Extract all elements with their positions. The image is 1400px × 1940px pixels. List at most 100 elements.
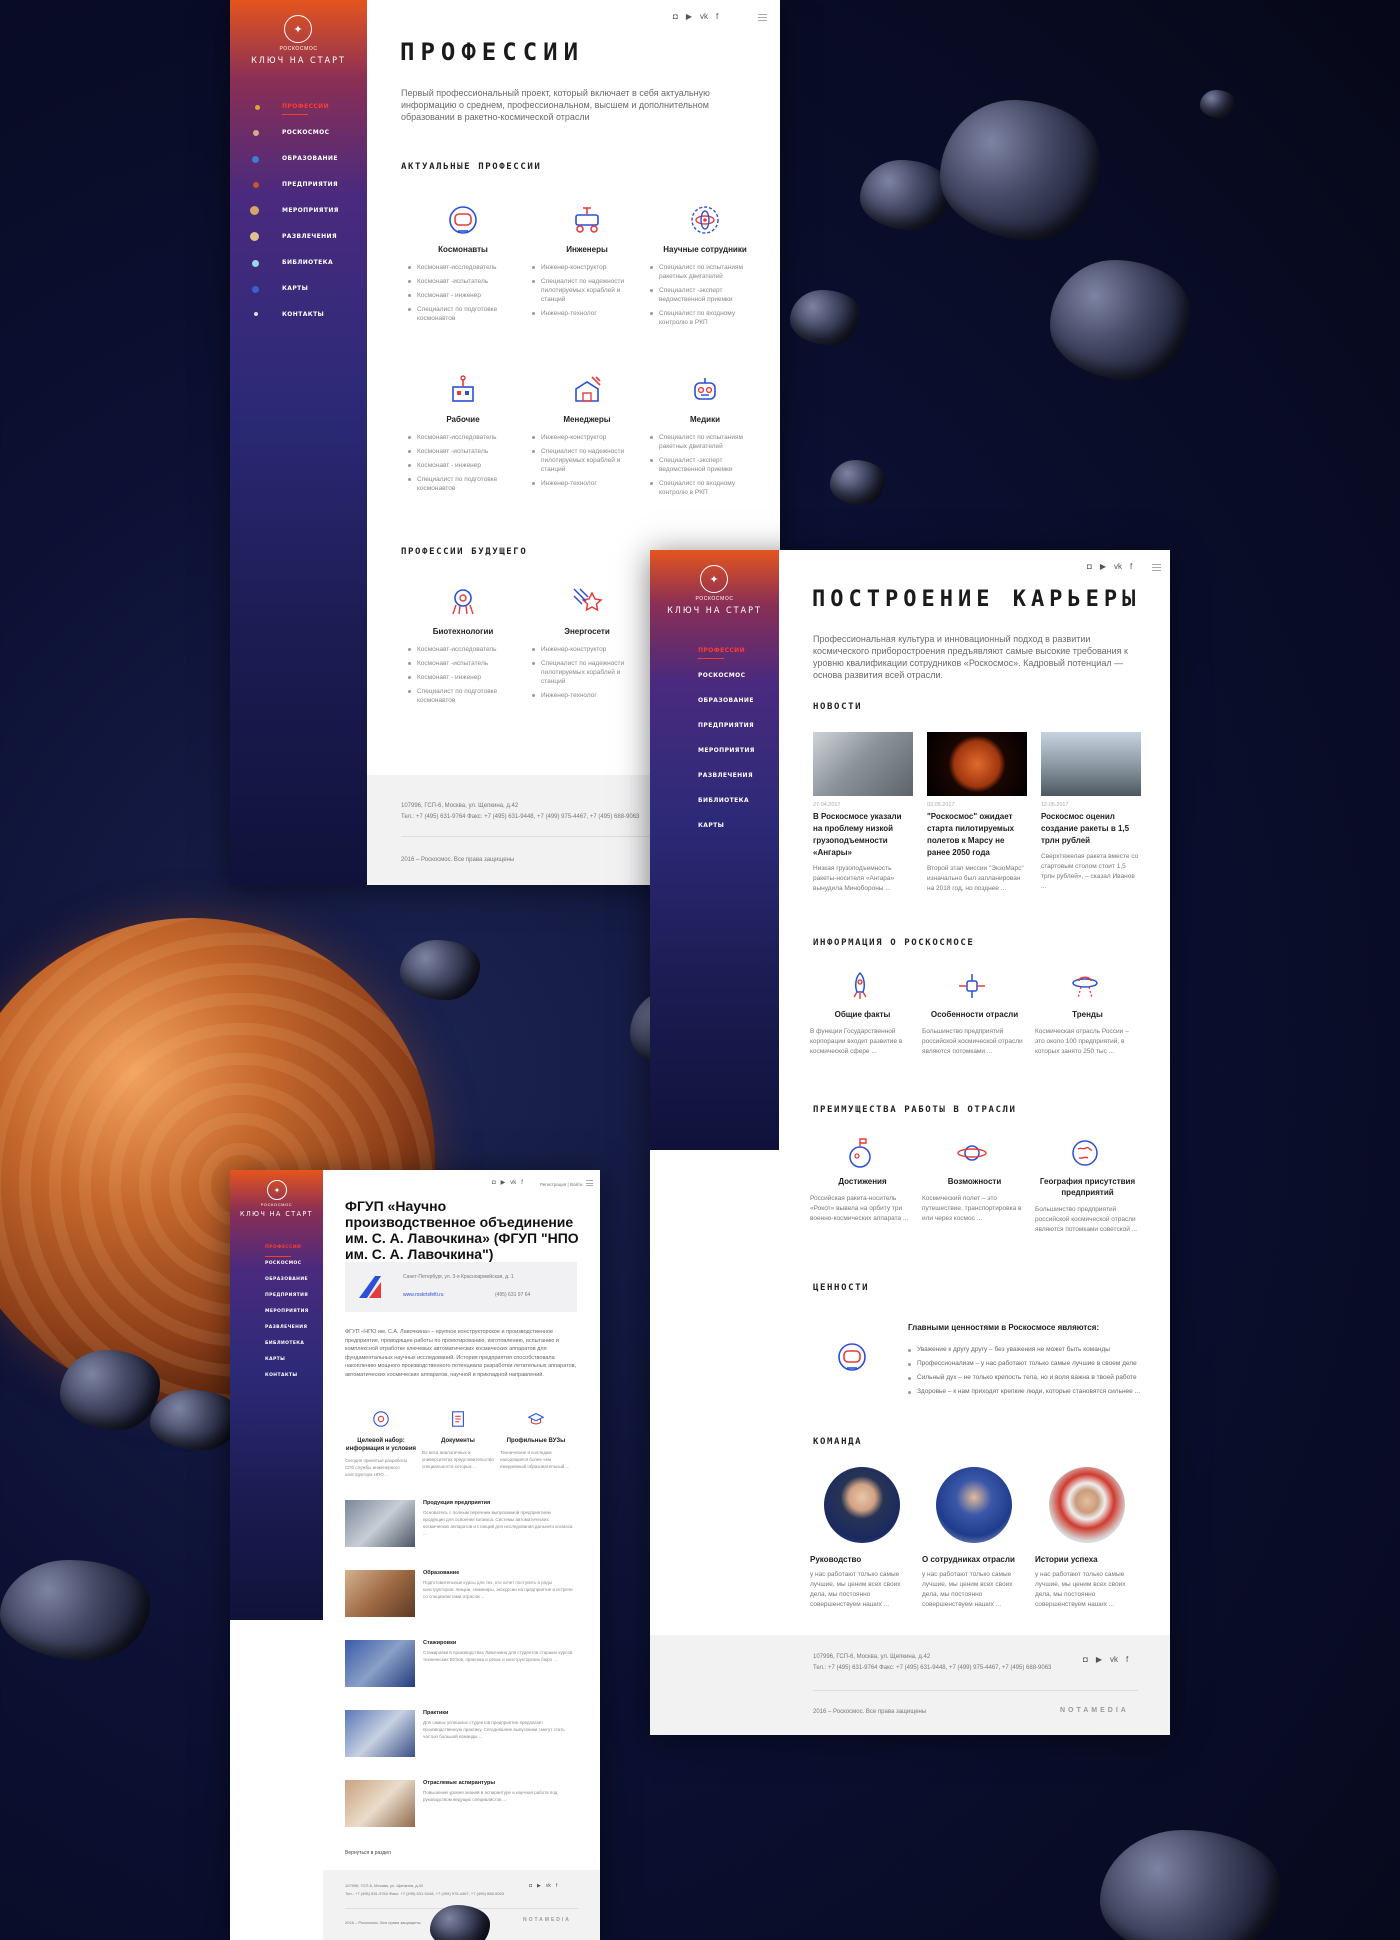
menu-icon[interactable] [1152, 564, 1161, 571]
facebook-icon[interactable]: f [556, 1884, 557, 1889]
profession-card[interactable]: Энергосети Инженер-конструктор Специалис… [532, 585, 642, 705]
back-link[interactable]: Вернуться в раздел [345, 1848, 391, 1858]
profession-item[interactable]: Космонавт - инженер [408, 673, 518, 682]
info-card[interactable]: Общие факты В функции Государственной ко… [810, 970, 915, 1057]
nav-item-contacts[interactable]: Контакты [282, 311, 339, 337]
profession-item[interactable]: Космонавт-исследователь [408, 433, 518, 442]
advantage-card[interactable]: Достижения Российская ракета-носитель «Р… [810, 1137, 915, 1224]
nav-item-entertainment[interactable]: Развлечения [282, 233, 339, 259]
nav-item-maps[interactable]: Карты [698, 822, 755, 847]
vk-icon[interactable]: vk [1110, 1656, 1118, 1664]
nav-item-enterprises[interactable]: Предприятия [265, 1293, 309, 1309]
list-item[interactable]: Стажировки Стажировки в производствах Ла… [345, 1640, 575, 1690]
nav-item-roscosmos[interactable]: Роскосмос [282, 129, 339, 155]
nav-item-events[interactable]: Мероприятия [265, 1309, 309, 1325]
nav-item-roscosmos[interactable]: Роскосмос [698, 672, 755, 697]
nav-item-events[interactable]: Мероприятия [282, 207, 339, 233]
vk-icon[interactable]: vk [1114, 563, 1122, 571]
vk-icon[interactable]: vk [700, 13, 708, 21]
nav-item-roscosmos[interactable]: Роскосмос [265, 1261, 309, 1277]
list-item[interactable]: Отраслевые аспирантуры Повышение уровня … [345, 1780, 575, 1830]
profession-item[interactable]: Специалист по подготовке космонавтов [408, 305, 518, 323]
profession-item[interactable]: Специалист по испытаниям ракетных двигат… [650, 433, 760, 451]
notamedia-logo[interactable]: NOTAMEDIA [1060, 1707, 1129, 1714]
nav-item-education[interactable]: Образование [698, 697, 755, 722]
nav-item-professions[interactable]: Профессии [698, 647, 755, 672]
profession-item[interactable]: Инженер-конструктор [532, 433, 642, 442]
profession-item[interactable]: Специалист по надежности пилотируемых ко… [532, 659, 642, 686]
news-card[interactable]: 27.04.2017 В Роскосмосе указали на пробл… [813, 732, 913, 894]
info-card[interactable]: Тренды Космическая отрасль России – это … [1035, 970, 1140, 1057]
profession-card[interactable]: Рабочие Космонавт-исследователь Космонав… [408, 373, 518, 498]
nav-item-entertainment[interactable]: Развлечения [265, 1325, 309, 1341]
profession-item[interactable]: Инженер-технолог [532, 691, 642, 700]
mini-card[interactable]: Целевой набор: информация и условия Сего… [345, 1410, 417, 1478]
instagram-icon[interactable]: ◘ [1087, 563, 1092, 571]
profession-item[interactable]: Космонавт - инженер [408, 461, 518, 470]
vk-icon[interactable]: vk [546, 1884, 551, 1889]
profession-item[interactable]: Инженер-конструктор [532, 263, 642, 272]
profession-item[interactable]: Специалист по входному контролю в РКП [650, 309, 760, 327]
profession-item[interactable]: Космонавт-исследователь [408, 263, 518, 272]
menu-icon[interactable] [758, 14, 767, 21]
roscosmos-logo[interactable]: ✦ [700, 565, 728, 593]
website-link[interactable]: www.roskrtsfelti.ru [403, 1290, 444, 1300]
nav-item-professions[interactable]: Профессии [282, 103, 339, 129]
facebook-icon[interactable]: f [1126, 1656, 1128, 1664]
nav-item-library[interactable]: Библиотека [265, 1341, 309, 1357]
profession-card[interactable]: Научные сотрудники Специалист по испытан… [650, 203, 760, 332]
nav-item-events[interactable]: Мероприятия [698, 747, 755, 772]
youtube-icon[interactable]: ▶ [686, 13, 692, 21]
login-link[interactable]: Регистрация | Войти [540, 1180, 583, 1190]
profession-item[interactable]: Специалист по надежности пилотируемых ко… [532, 277, 642, 304]
news-card[interactable]: 03.05.2017 "Роскосмос" ожидает старта пи… [927, 732, 1027, 894]
nav-item-enterprises[interactable]: Предприятия [698, 722, 755, 747]
profession-item[interactable]: Специалист по входному контролю в РКП [650, 479, 760, 497]
team-card[interactable]: О сотрудниках отрасли у нас работают тол… [922, 1467, 1027, 1610]
instagram-icon[interactable]: ◘ [492, 1180, 496, 1186]
instagram-icon[interactable]: ◘ [673, 13, 678, 21]
info-card[interactable]: Особенности отрасли Большинство предприя… [922, 970, 1027, 1057]
facebook-icon[interactable]: f [521, 1180, 523, 1186]
youtube-icon[interactable]: ▶ [1100, 563, 1106, 571]
youtube-icon[interactable]: ▶ [537, 1884, 541, 1889]
mini-card[interactable]: Профильные ВУЗы Технические и колледжи н… [500, 1410, 572, 1470]
vk-icon[interactable]: vk [510, 1180, 516, 1186]
roscosmos-logo[interactable]: ✦ [284, 15, 312, 43]
youtube-icon[interactable]: ▶ [501, 1180, 506, 1186]
youtube-icon[interactable]: ▶ [1096, 1656, 1102, 1664]
profession-item[interactable]: Специалист -эксперт ведомственной приемк… [650, 456, 760, 474]
nav-item-maps[interactable]: Карты [282, 285, 339, 311]
nav-item-enterprises[interactable]: Предприятия [282, 181, 339, 207]
facebook-icon[interactable]: f [716, 13, 718, 21]
news-card[interactable]: 12.05.2017 Роскосмос оценил создание рак… [1041, 732, 1141, 892]
profession-item[interactable]: Специалист по надежности пилотируемых ко… [532, 447, 642, 474]
nav-item-maps[interactable]: Карты [265, 1357, 309, 1373]
profession-item[interactable]: Специалист по испытаниям ракетных двигат… [650, 263, 760, 281]
profession-item[interactable]: Инженер-технолог [532, 479, 642, 488]
profession-item[interactable]: Специалист по подготовке космонавтов [408, 687, 518, 705]
profession-card[interactable]: Инженеры Инженер-конструктор Специалист … [532, 203, 642, 323]
profession-item[interactable]: Космонавт -испытатель [408, 447, 518, 456]
facebook-icon[interactable]: f [1130, 563, 1132, 571]
profession-card[interactable]: Медики Специалист по испытаниям ракетных… [650, 373, 760, 502]
mini-card[interactable]: Документы Во веса аналогичных и универси… [422, 1410, 494, 1470]
profession-item[interactable]: Космонавт -испытатель [408, 659, 518, 668]
list-item[interactable]: Образование Подготовительные курсы для т… [345, 1570, 575, 1620]
nav-item-entertainment[interactable]: Развлечения [698, 772, 755, 797]
notamedia-logo[interactable]: NOTAMEDIA [523, 1917, 571, 1923]
nav-item-professions[interactable]: Профессии [265, 1245, 309, 1261]
roscosmos-logo[interactable]: ✦ [267, 1180, 287, 1200]
profession-card[interactable]: Менеджеры Инженер-конструктор Специалист… [532, 373, 642, 493]
instagram-icon[interactable]: ◘ [529, 1884, 532, 1889]
nav-item-education[interactable]: Образование [282, 155, 339, 181]
nav-item-education[interactable]: Образование [265, 1277, 309, 1293]
profession-item[interactable]: Специалист по подготовке космонавтов [408, 475, 518, 493]
list-item[interactable]: Продукция предприятия Основатель с полны… [345, 1500, 575, 1550]
team-card[interactable]: Руководство у нас работают только самые … [810, 1467, 915, 1610]
profession-item[interactable]: Космонавт - инженер [408, 291, 518, 300]
nav-item-library[interactable]: Библиотека [282, 259, 339, 285]
nav-item-library[interactable]: Библиотека [698, 797, 755, 822]
profession-item[interactable]: Космонавт-исследователь [408, 645, 518, 654]
profession-item[interactable]: Инженер-технолог [532, 309, 642, 318]
